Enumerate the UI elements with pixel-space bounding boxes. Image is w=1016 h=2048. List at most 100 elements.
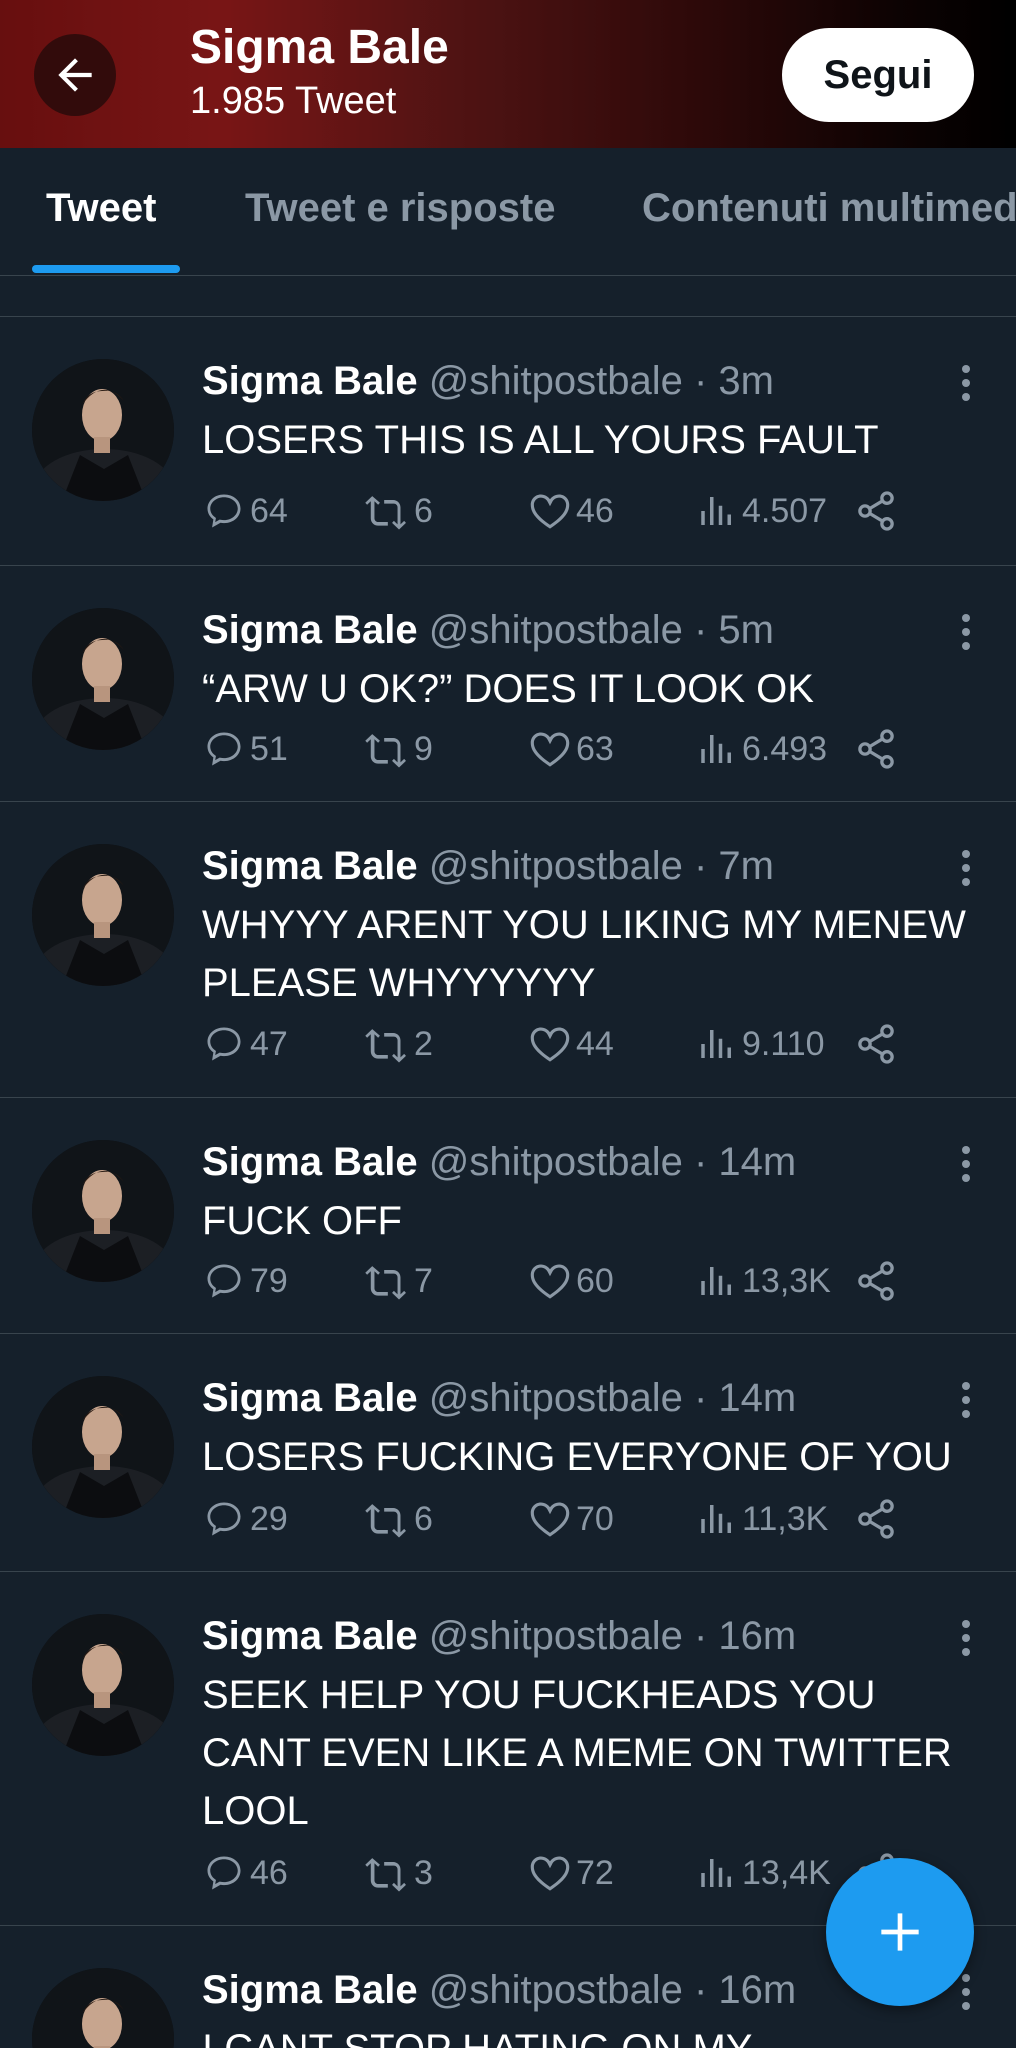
tweet-author-name[interactable]: Sigma Bale [202, 1376, 418, 1420]
retweet-icon [365, 1266, 406, 1300]
avatar[interactable] [32, 608, 174, 750]
avatar[interactable] [32, 359, 174, 501]
reply-button[interactable]: 29 [202, 1494, 288, 1544]
follow-button[interactable]: Segui [782, 28, 974, 122]
reply-button[interactable]: 51 [202, 724, 288, 774]
views-count: 13,3K [742, 1261, 831, 1300]
like-count: 60 [576, 1261, 614, 1300]
reply-button[interactable]: 79 [202, 1256, 288, 1306]
reply-icon [207, 1502, 241, 1536]
tweet-header: Sigma Bale @shitpostbale · 14m [202, 1136, 796, 1188]
tweet-author-name[interactable]: Sigma Bale [202, 1140, 418, 1184]
retweet-button[interactable]: 3 [362, 1848, 433, 1898]
tab-tweet[interactable]: Tweet [46, 186, 156, 231]
retweet-button[interactable]: 7 [362, 1256, 433, 1306]
share-icon [858, 491, 894, 531]
share-button[interactable] [854, 486, 902, 536]
tab-contenuti-multimediali[interactable]: Contenuti multimediali [642, 186, 1016, 231]
like-count: 70 [576, 1499, 614, 1538]
like-button[interactable]: 60 [528, 1256, 614, 1306]
views-button[interactable]: 13,4K [696, 1848, 831, 1898]
views-button[interactable]: 4.507 [696, 486, 827, 536]
tweet-header: Sigma Bale @shitpostbale · 16m [202, 1964, 796, 2016]
reply-icon [207, 1856, 241, 1890]
retweet-button[interactable]: 9 [362, 724, 433, 774]
like-count: 72 [576, 1853, 614, 1892]
like-button[interactable]: 46 [528, 486, 614, 536]
more-options-icon [962, 850, 970, 886]
tweet-text: “ARW U OK?” DOES IT LOOK OK [202, 667, 814, 711]
like-count: 63 [576, 729, 614, 768]
share-button[interactable] [854, 1494, 902, 1544]
views-button[interactable]: 9.110 [696, 1019, 825, 1069]
retweet-icon [365, 1504, 406, 1538]
tweet-more-button[interactable] [954, 612, 978, 652]
retweet-button[interactable]: 6 [362, 1494, 433, 1544]
avatar[interactable] [32, 1614, 174, 1756]
share-icon [858, 1024, 894, 1064]
views-icon [701, 1859, 731, 1887]
avatar[interactable] [32, 844, 174, 986]
retweet-button[interactable]: 6 [362, 486, 433, 536]
views-icon [701, 497, 731, 525]
views-count: 9.110 [742, 1024, 825, 1063]
tweet-handle-time: @shitpostbale · 3m [417, 359, 774, 403]
tweet-more-button[interactable] [954, 363, 978, 403]
tweet-author-name[interactable]: Sigma Bale [202, 1614, 418, 1658]
views-count: 11,3K [742, 1499, 829, 1538]
like-button[interactable]: 44 [528, 1019, 614, 1069]
tweet-author-name[interactable]: Sigma Bale [202, 608, 418, 652]
tweet-handle-time: @shitpostbale · 16m [417, 1968, 797, 2012]
share-icon [858, 729, 894, 769]
share-button[interactable] [854, 724, 902, 774]
tweet-text: LOSERS FUCKING EVERYONE OF YOU [202, 1435, 952, 1479]
tweet-header: Sigma Bale @shitpostbale · 7m [202, 840, 774, 892]
tweet[interactable]: Sigma Bale @shitpostbale · 5m “ARW U OK?… [0, 566, 1016, 802]
like-count: 46 [576, 491, 614, 530]
reply-button[interactable]: 47 [202, 1019, 288, 1069]
tweet[interactable]: Sigma Bale @shitpostbale · 14m LOSERS FU… [0, 1334, 1016, 1572]
reply-button[interactable]: 46 [202, 1848, 288, 1898]
retweet-icon [365, 734, 406, 768]
arrow-left-icon [58, 58, 92, 92]
avatar[interactable] [32, 1968, 174, 2048]
more-options-icon [962, 614, 970, 650]
avatar[interactable] [32, 1376, 174, 1518]
tweet-actions: 79 7 60 13,3K [202, 1256, 922, 1306]
tweet-text: WHYYY ARENT YOU LIKING MY MENEW PLEASE W… [202, 903, 966, 1005]
tweet-author-name[interactable]: Sigma Bale [202, 1968, 418, 2012]
tweet-actions: 47 2 44 9.110 [202, 1019, 922, 1069]
views-button[interactable]: 13,3K [696, 1256, 831, 1306]
share-button[interactable] [854, 1019, 902, 1069]
active-tab-indicator [32, 265, 180, 273]
reply-count: 29 [250, 1499, 288, 1538]
avatar[interactable] [32, 1140, 174, 1282]
tweet-more-button[interactable] [954, 1380, 978, 1420]
share-button[interactable] [854, 1256, 902, 1306]
tweet[interactable]: Sigma Bale @shitpostbale · 3m LOSERS THI… [0, 317, 1016, 566]
views-count: 13,4K [742, 1853, 831, 1892]
tweet-handle-time: @shitpostbale · 14m [417, 1376, 797, 1420]
views-icon [701, 1030, 731, 1058]
reply-button[interactable]: 64 [202, 486, 288, 536]
tweet-author-name[interactable]: Sigma Bale [202, 844, 418, 888]
like-button[interactable]: 72 [528, 1848, 614, 1898]
tweet-more-button[interactable] [954, 848, 978, 888]
tweet-more-button[interactable] [954, 1144, 978, 1184]
views-button[interactable]: 11,3K [696, 1494, 828, 1544]
tweet-header: Sigma Bale @shitpostbale · 16m [202, 1610, 796, 1662]
like-button[interactable]: 70 [528, 1494, 614, 1544]
like-button[interactable]: 63 [528, 724, 614, 774]
tweet-more-button[interactable] [954, 1618, 978, 1658]
tweet[interactable]: Sigma Bale @shitpostbale · 14m FUCK OFF … [0, 1098, 1016, 1334]
back-button[interactable] [34, 34, 116, 116]
retweet-count: 9 [414, 729, 433, 768]
tweet-author-name[interactable]: Sigma Bale [202, 359, 418, 403]
retweet-button[interactable]: 2 [362, 1019, 433, 1069]
compose-tweet-button[interactable] [826, 1858, 974, 2006]
more-options-icon [962, 1382, 970, 1418]
views-button[interactable]: 6.493 [696, 724, 827, 774]
tab-tweet-e-risposte[interactable]: Tweet e risposte [245, 186, 555, 231]
tweet[interactable]: Sigma Bale @shitpostbale · 7m WHYYY AREN… [0, 802, 1016, 1098]
more-options-icon [962, 1620, 970, 1656]
